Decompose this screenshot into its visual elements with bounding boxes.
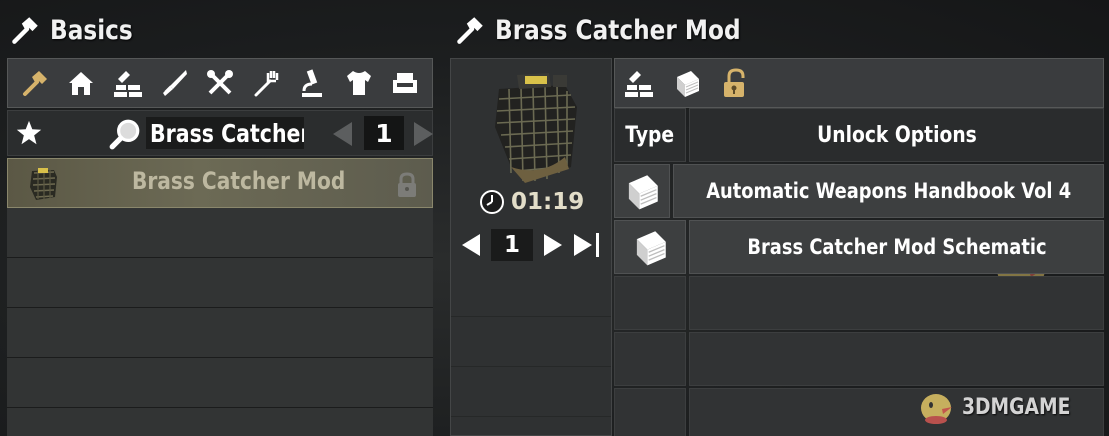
type-cell	[614, 388, 686, 436]
search-query: Brass Catcher	[150, 118, 304, 148]
brass-catcher-thumbnail	[30, 168, 57, 200]
category-clothing[interactable]	[342, 66, 376, 100]
knife-icon	[162, 70, 187, 96]
category-resources[interactable]	[111, 66, 145, 100]
recipe-row-empty	[7, 408, 433, 436]
watermark-mascot-icon	[921, 394, 952, 424]
recipe-name: Brass Catcher Mod	[132, 167, 346, 195]
hammer-icon	[23, 71, 48, 96]
house-icon	[69, 72, 94, 95]
page-prev-icon[interactable]	[328, 119, 358, 149]
microscope-icon	[302, 69, 323, 97]
craft-timer: 01:19	[479, 189, 584, 215]
clock-icon	[480, 190, 504, 214]
watermark-text: 3DMGAME	[962, 394, 1071, 420]
star-icon[interactable]	[14, 118, 44, 148]
shirt-icon	[346, 71, 371, 95]
armchair-icon	[392, 73, 417, 93]
info-tabs	[614, 58, 1104, 108]
hammer-icon	[12, 17, 38, 44]
left-panel-title: Basics	[8, 10, 146, 50]
lock-icon	[398, 172, 416, 197]
brass-catcher-image	[495, 73, 577, 183]
table-row: Automatic Weapons Handbook Vol 4	[614, 164, 1104, 218]
ingredient-slot	[451, 267, 611, 317]
tab-unlock[interactable]	[717, 65, 753, 101]
category-science[interactable]	[295, 66, 329, 100]
right-panel-title-text: Brass Catcher Mod	[495, 14, 741, 46]
ingredient-slots	[451, 267, 611, 417]
decrease-quantity-icon[interactable]	[457, 231, 485, 259]
recipe-row-empty	[7, 358, 433, 408]
page-next-icon[interactable]	[408, 119, 438, 149]
quantity-value[interactable]: 1	[491, 229, 533, 261]
bricks-icon	[113, 71, 142, 97]
category-building[interactable]	[64, 66, 98, 100]
category-decor[interactable]	[388, 66, 422, 100]
category-bar	[7, 58, 433, 108]
type-cell	[614, 164, 670, 218]
recipe-row-empty	[7, 308, 433, 358]
hammer-icon	[457, 17, 483, 44]
tools-icon	[206, 70, 233, 95]
category-tools[interactable]	[203, 66, 237, 100]
search-input[interactable]: Brass Catcher	[146, 117, 304, 149]
table-header: Type Unlock Options	[614, 108, 1104, 162]
recipe-row[interactable]: Brass Catcher Mod	[7, 158, 433, 208]
recipe-row-empty	[7, 208, 433, 258]
type-cell	[614, 276, 686, 330]
unlock-icon	[724, 68, 745, 97]
unlock-option-cell[interactable]: Automatic Weapons Handbook Vol 4	[672, 164, 1104, 218]
book-icon	[636, 231, 666, 266]
table-row: Brass Catcher Mod Schematic	[614, 220, 1104, 274]
column-header-options: Unlock Options	[689, 108, 1104, 162]
quantity-stepper: 1	[455, 227, 609, 263]
unlock-option-cell	[689, 276, 1104, 330]
page-number: 1	[364, 116, 404, 150]
craft-time: 01:19	[511, 189, 585, 215]
search-row: Brass Catcher 1	[7, 110, 433, 156]
tab-description[interactable]	[669, 65, 705, 101]
category-food[interactable]	[249, 66, 283, 100]
bricks-icon	[625, 71, 653, 97]
left-panel-title-text: Basics	[50, 14, 133, 46]
search-icon	[109, 119, 140, 150]
book-icon	[677, 71, 699, 97]
ingredient-slot	[451, 367, 611, 417]
recipe-row-empty	[7, 258, 433, 308]
category-weapons[interactable]	[157, 66, 191, 100]
book-icon	[628, 175, 658, 210]
table-row-empty	[614, 276, 1104, 330]
recipe-list: Brass Catcher Mod	[7, 158, 433, 436]
increase-quantity-icon[interactable]	[539, 231, 567, 259]
craft-panel: 01:19 1	[450, 58, 1045, 436]
fork-icon	[254, 71, 279, 97]
unlock-option-cell[interactable]: Brass Catcher Mod Schematic	[689, 220, 1104, 274]
tab-ingredients[interactable]	[621, 65, 657, 101]
type-cell	[614, 220, 686, 274]
table-row-empty	[614, 332, 1104, 386]
ingredient-slot	[451, 317, 611, 367]
right-panel-title: Brass Catcher Mod	[453, 10, 781, 50]
type-cell	[614, 332, 686, 386]
category-basics[interactable]	[18, 66, 52, 100]
max-quantity-icon[interactable]	[571, 231, 605, 259]
watermark: 3DMGAME	[912, 386, 1089, 428]
unlock-option-cell	[689, 332, 1104, 386]
column-header-type: Type	[614, 108, 686, 162]
